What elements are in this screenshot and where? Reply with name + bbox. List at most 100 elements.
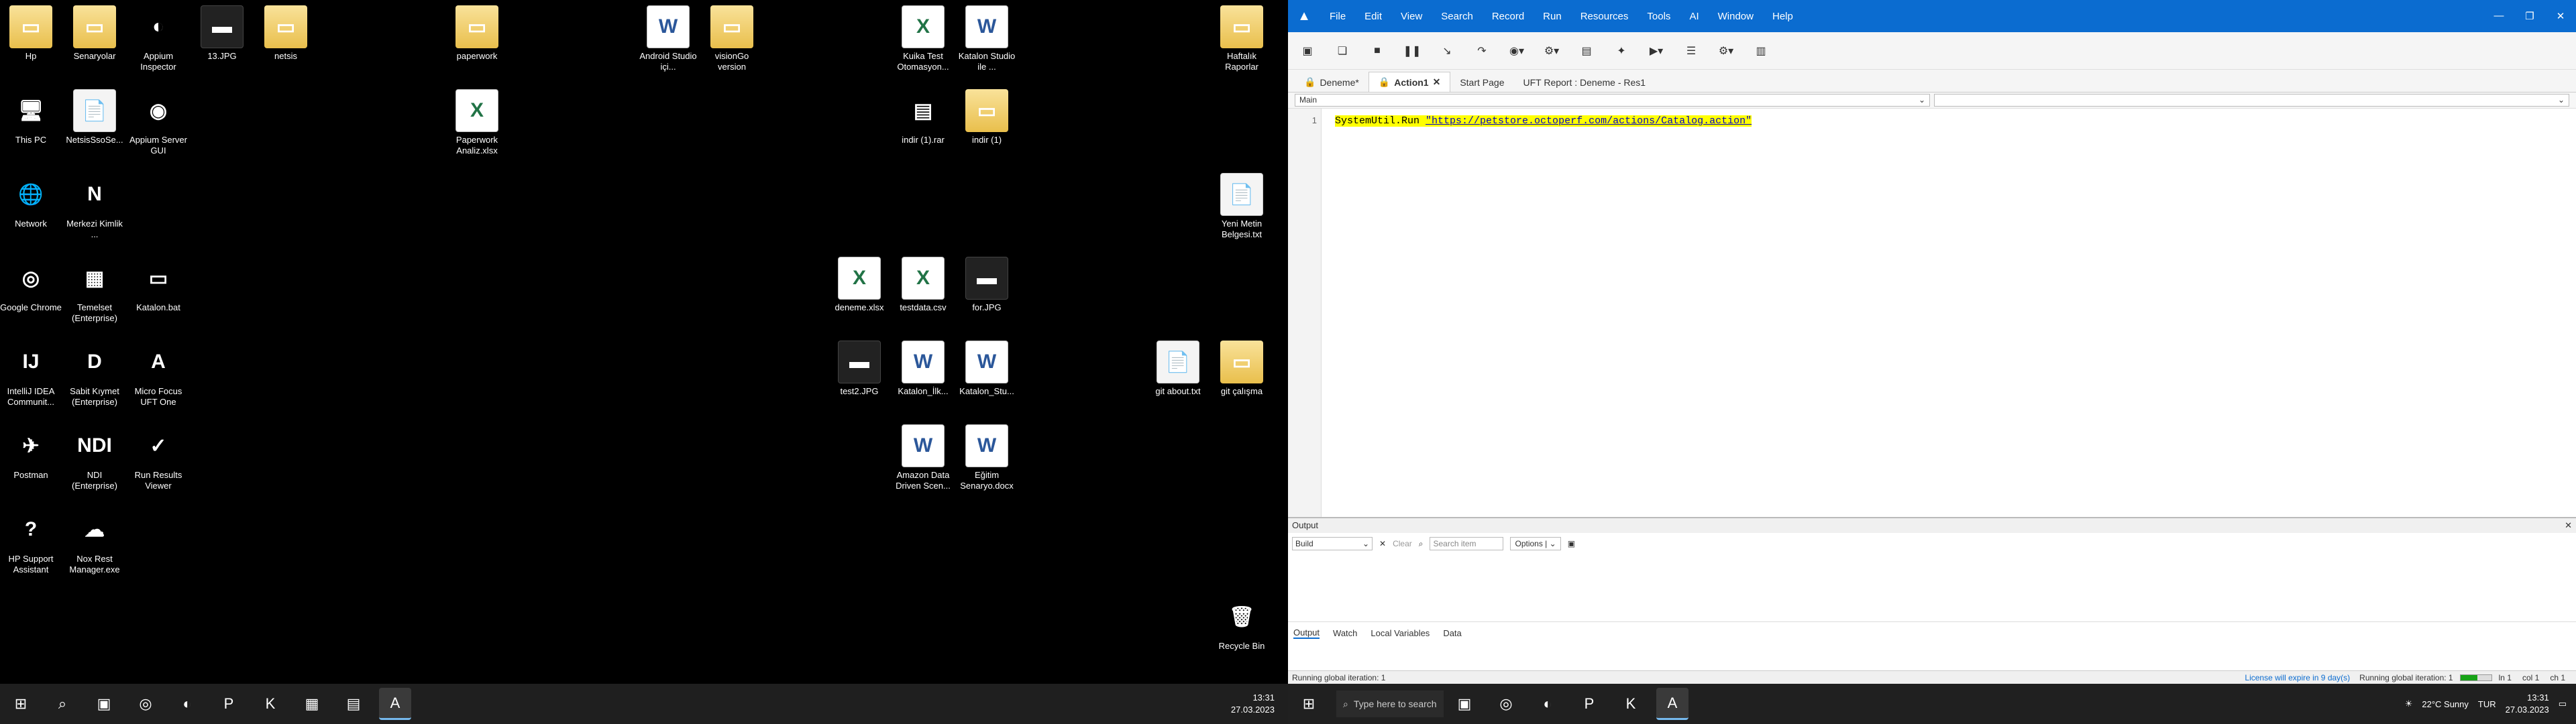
close-icon[interactable]: ✕ (1433, 76, 1441, 88)
desktop-icon[interactable]: 📄 Yeni Metin Belgesi.txt (1211, 173, 1273, 240)
app-icon[interactable]: ◐ (1532, 688, 1564, 720)
code-editor[interactable]: 1 SystemUtil.Run "https://petstore.octop… (1288, 109, 2576, 518)
uft-taskbar-icon[interactable]: A (1656, 688, 1688, 720)
desktop-icon[interactable]: W Katalon_İlk... (892, 341, 954, 397)
tab-deneme[interactable]: 🔒 Deneme* (1295, 72, 1368, 92)
menu-item[interactable]: View (1391, 11, 1432, 22)
desktop-icon[interactable]: IJ IntelliJ IDEA Communit... (0, 341, 62, 408)
menu-item[interactable]: Help (1763, 11, 1803, 22)
desktop-icon[interactable]: ✈ Postman (0, 424, 62, 481)
bottom-tab[interactable]: Local Variables (1371, 628, 1430, 638)
desktop-icon[interactable]: ▤ indir (1).rar (892, 89, 954, 145)
katalon-icon[interactable]: K (254, 688, 286, 720)
desktop-icon[interactable]: 📄 NetsisSsoSe... (64, 89, 125, 145)
desktop-icon[interactable]: 🗑 Recycle Bin (1211, 595, 1273, 652)
object-repository-icon[interactable]: ▤ (1574, 41, 1599, 61)
task-view-icon[interactable]: ▣ (88, 688, 120, 720)
desktop-icon[interactable]: ▬ 13.JPG (191, 5, 253, 62)
chrome-icon[interactable]: ◎ (129, 688, 162, 720)
dashboard-icon[interactable]: ▥ (1748, 41, 1774, 61)
bottom-tab[interactable]: Data (1443, 628, 1461, 638)
record-icon[interactable]: ◉▾ (1504, 41, 1529, 61)
desktop-icon[interactable]: ▬ test2.JPG (828, 341, 890, 397)
step-over-icon[interactable]: ↷ (1469, 41, 1495, 61)
code-area[interactable]: SystemUtil.Run "https://petstore.octoper… (1322, 109, 2576, 517)
scope-dropdown[interactable]: Main ⌄ (1295, 94, 1930, 107)
desktop-icon[interactable]: 🌐 Network (0, 173, 62, 229)
menu-item[interactable]: Window (1709, 11, 1763, 22)
remote-icon[interactable]: ▤ (337, 688, 370, 720)
desktop-icon[interactable]: ▭ Haftalık Raporlar (1211, 5, 1273, 72)
desktop-icon[interactable]: ▭ git çalışma (1211, 341, 1273, 397)
clock[interactable]: 13:31 27.03.2023 (2506, 692, 2549, 716)
desktop-icon[interactable]: ▭ paperwork (446, 5, 508, 62)
pause-icon[interactable]: ❚❚ (1399, 41, 1425, 61)
desktop-icon[interactable]: ◐ Appium Inspector (127, 5, 189, 72)
desktop-icon[interactable]: X Paperwork Analiz.xlsx (446, 89, 508, 156)
notification-icon[interactable]: ▭ (2559, 699, 2567, 709)
start-icon[interactable]: ⊞ (1293, 688, 1325, 720)
tab-uft-report[interactable]: UFT Report : Deneme - Res1 (1513, 73, 1655, 92)
desktop-icon[interactable]: ▭ visionGo version (701, 5, 763, 72)
menu-item[interactable]: Resources (1571, 11, 1638, 22)
desktop-icon[interactable]: 📄 git about.txt (1147, 341, 1209, 397)
start-icon[interactable]: ⊞ (5, 688, 37, 720)
tab-action1[interactable]: 🔒 Action1 ✕ (1368, 72, 1451, 92)
desktop-icon[interactable]: ◎ Google Chrome (0, 257, 62, 313)
copy-icon[interactable]: ❏ (1330, 41, 1355, 61)
desktop-icon[interactable]: ▭ indir (1) (956, 89, 1018, 145)
clock[interactable]: 13:31 27.03.2023 (1231, 692, 1275, 716)
desktop-icon[interactable]: W Android Studio içi... (637, 5, 699, 72)
task-view-icon[interactable]: ▣ (1448, 688, 1481, 720)
desktop-icon[interactable]: ▬ for.JPG (956, 257, 1018, 313)
build-select[interactable]: Build ⌄ (1292, 537, 1373, 550)
desktop-icon[interactable]: 🖥 This PC (0, 89, 62, 145)
tab-start-page[interactable]: Start Page (1450, 73, 1513, 92)
save-icon[interactable]: ▣ (1295, 41, 1320, 61)
clear-icon[interactable]: ✕ (1379, 539, 1386, 548)
menu-item[interactable]: Search (1432, 11, 1483, 22)
desktop-icon[interactable]: NDI NDI (Enterprise) (64, 424, 125, 491)
desktop-icon[interactable]: ✓ Run Results Viewer (127, 424, 189, 491)
bottom-tab[interactable]: Watch (1333, 628, 1357, 638)
desktop-icon[interactable]: ? HP Support Assistant (0, 508, 62, 575)
desktop-icon[interactable]: Xtestdata.csv (892, 257, 954, 313)
step-into-icon[interactable]: ↘ (1434, 41, 1460, 61)
uft-taskbar-icon[interactable]: A (379, 688, 411, 720)
output-body[interactable] (1288, 554, 2576, 621)
pycharm-icon[interactable]: P (1573, 688, 1605, 720)
desktop-icon[interactable]: W Katalon Studio ile ... (956, 5, 1018, 72)
weather-text[interactable]: 22°C Sunny (2422, 699, 2469, 709)
weather-icon[interactable]: ☀ (2405, 699, 2413, 709)
bottom-tab[interactable]: Output (1293, 627, 1320, 639)
desktop-icon[interactable]: W Eğitim Senaryo.docx (956, 424, 1018, 491)
search-icon[interactable]: ⌕ (46, 688, 78, 720)
language-indicator[interactable]: TUR (2478, 699, 2496, 709)
menu-item[interactable]: File (1320, 11, 1355, 22)
spy-icon[interactable]: ✦ (1609, 41, 1634, 61)
chrome-icon[interactable]: ◎ (1490, 688, 1522, 720)
desktop-icon[interactable]: Xdeneme.xlsx (828, 257, 890, 313)
desktop-icon[interactable]: ☁ Nox Rest Manager.exe (64, 508, 125, 575)
desktop-icon[interactable]: D Sabit Kıymet (Enterprise) (64, 341, 125, 408)
member-dropdown[interactable]: ⌄ (1934, 94, 2569, 107)
desktop-icon[interactable]: ◉ Appium Server GUI (127, 89, 189, 156)
desktop-icon[interactable]: A Micro Focus UFT One (127, 341, 189, 408)
desktop-icon[interactable]: W Amazon Data Driven Scen... (892, 424, 954, 491)
search-input[interactable]: Search item (1430, 537, 1504, 550)
run-to-icon[interactable]: ▶▾ (1644, 41, 1669, 61)
code-url-string[interactable]: "https://petstore.octoperf.com/actions/C… (1426, 115, 1752, 127)
desktop-icon[interactable]: ▭ Katalon.bat (127, 257, 189, 313)
panel-close-icon[interactable]: ✕ (2565, 520, 2572, 531)
settings-icon[interactable]: ⚙▾ (1713, 41, 1739, 61)
app-icon[interactable]: ◐ (171, 688, 203, 720)
menu-item[interactable]: Record (1483, 11, 1534, 22)
pycharm-icon[interactable]: P (213, 688, 245, 720)
minimize-icon[interactable]: — (2483, 10, 2514, 22)
katalon-icon[interactable]: K (1615, 688, 1647, 720)
code-line[interactable]: SystemUtil.Run "https://petstore.octoper… (1335, 115, 1752, 127)
license-link[interactable]: License will expire in 9 day(s) (2245, 673, 2350, 682)
menu-item[interactable]: Edit (1355, 11, 1391, 22)
menu-item[interactable]: Run (1534, 11, 1571, 22)
desktop-icon[interactable]: N Merkezi Kimlik ... (64, 173, 125, 240)
